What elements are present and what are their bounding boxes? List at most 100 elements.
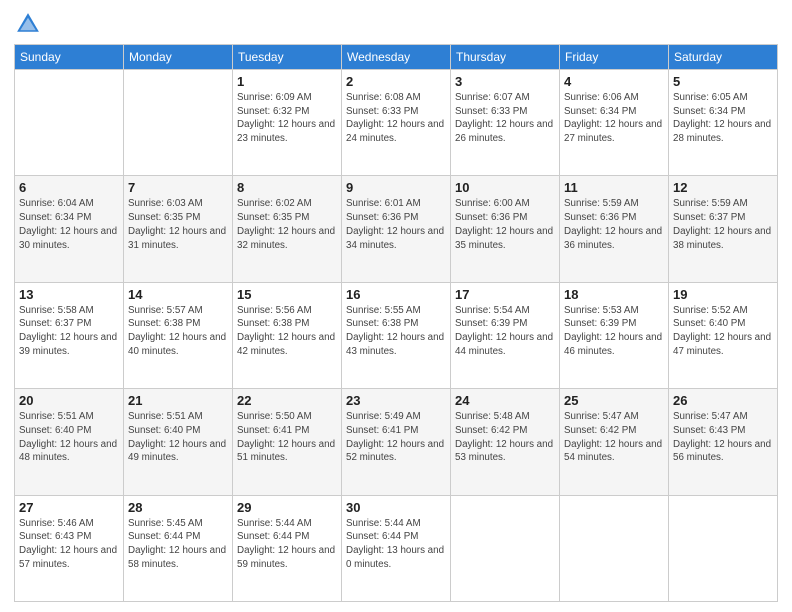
day-info: Sunrise: 5:58 AMSunset: 6:37 PMDaylight:… (19, 304, 119, 359)
calendar-cell: 15 Sunrise: 5:56 AMSunset: 6:38 PMDayligh… (233, 282, 342, 388)
week-row-4: 20Sunrise: 5:51 AMSunset: 6:40 PMDayligh… (15, 389, 778, 495)
calendar-cell: 28Sunrise: 5:45 AMSunset: 6:44 PMDayligh… (124, 495, 233, 601)
day-number: 2 (346, 74, 446, 89)
day-number: 17 (455, 287, 555, 302)
calendar-cell: 26 Sunrise: 5:47 AMSunset: 6:43 PMDayligh… (669, 389, 778, 495)
day-info: Sunrise: 6:05 AMSunset: 6:34 PMDaylight:… (673, 91, 773, 146)
day-info: Sunrise: 6:03 AMSunset: 6:35 PMDaylight:… (128, 197, 228, 252)
day-number: 7 (128, 180, 228, 195)
calendar-cell: 20Sunrise: 5:51 AMSunset: 6:40 PMDayligh… (15, 389, 124, 495)
calendar-cell: 17 Sunrise: 5:54 AMSunset: 6:39 PMDayligh… (451, 282, 560, 388)
calendar-cell: 19 Sunrise: 5:52 AMSunset: 6:40 PMDayligh… (669, 282, 778, 388)
calendar-cell: 12Sunrise: 5:59 AMSunset: 6:37 PMDayligh… (669, 176, 778, 282)
day-info: Sunrise: 6:00 AMSunset: 6:36 PMDaylight:… (455, 197, 555, 252)
calendar-cell: 9 Sunrise: 6:01 AMSunset: 6:36 PMDaylight… (342, 176, 451, 282)
calendar-cell: 18 Sunrise: 5:53 AMSunset: 6:39 PMDayligh… (560, 282, 669, 388)
calendar-cell: 16 Sunrise: 5:55 AMSunset: 6:38 PMDayligh… (342, 282, 451, 388)
day-info: Sunrise: 5:47 AMSunset: 6:42 PMDaylight:… (564, 410, 664, 465)
day-info: Sunrise: 5:51 AMSunset: 6:40 PMDaylight:… (128, 410, 228, 465)
day-info: Sunrise: 6:07 AMSunset: 6:33 PMDaylight:… (455, 91, 555, 146)
day-info: Sunrise: 5:55 AMSunset: 6:38 PMDaylight:… (346, 304, 446, 359)
th-sunday: Sunday (15, 45, 124, 70)
header (14, 10, 778, 38)
day-info: Sunrise: 6:09 AMSunset: 6:32 PMDaylight:… (237, 91, 337, 146)
day-info: Sunrise: 5:57 AMSunset: 6:38 PMDaylight:… (128, 304, 228, 359)
calendar-cell: 14 Sunrise: 5:57 AMSunset: 6:38 PMDayligh… (124, 282, 233, 388)
day-number: 3 (455, 74, 555, 89)
day-number: 8 (237, 180, 337, 195)
day-info: Sunrise: 5:49 AMSunset: 6:41 PMDaylight:… (346, 410, 446, 465)
day-number: 26 (673, 393, 773, 408)
day-info: Sunrise: 5:44 AMSunset: 6:44 PMDaylight:… (346, 517, 446, 572)
calendar-cell: 30 Sunrise: 5:44 AMSunset: 6:44 PMDayligh… (342, 495, 451, 601)
calendar-cell: 2 Sunrise: 6:08 AMSunset: 6:33 PMDaylight… (342, 70, 451, 176)
calendar-cell (451, 495, 560, 601)
th-thursday: Thursday (451, 45, 560, 70)
th-friday: Friday (560, 45, 669, 70)
day-info: Sunrise: 5:51 AMSunset: 6:40 PMDaylight:… (19, 410, 119, 465)
calendar-cell: 21 Sunrise: 5:51 AMSunset: 6:40 PMDayligh… (124, 389, 233, 495)
day-number: 27 (19, 500, 119, 515)
calendar-cell (560, 495, 669, 601)
day-number: 14 (128, 287, 228, 302)
day-number: 25 (564, 393, 664, 408)
calendar-cell: 13Sunrise: 5:58 AMSunset: 6:37 PMDayligh… (15, 282, 124, 388)
day-number: 30 (346, 500, 446, 515)
day-info: Sunrise: 5:44 AMSunset: 6:44 PMDaylight:… (237, 517, 337, 572)
day-info: Sunrise: 5:45 AMSunset: 6:44 PMDaylight:… (128, 517, 228, 572)
day-number: 15 (237, 287, 337, 302)
week-row-5: 27 Sunrise: 5:46 AMSunset: 6:43 PMDayligh… (15, 495, 778, 601)
calendar-cell (124, 70, 233, 176)
day-info: Sunrise: 6:01 AMSunset: 6:36 PMDaylight:… (346, 197, 446, 252)
week-row-2: 6 Sunrise: 6:04 AMSunset: 6:34 PMDaylight… (15, 176, 778, 282)
th-tuesday: Tuesday (233, 45, 342, 70)
calendar-cell: 8 Sunrise: 6:02 AMSunset: 6:35 PMDaylight… (233, 176, 342, 282)
page: Sunday Monday Tuesday Wednesday Thursday… (0, 0, 792, 612)
calendar-cell: 25 Sunrise: 5:47 AMSunset: 6:42 PMDayligh… (560, 389, 669, 495)
day-number: 29 (237, 500, 337, 515)
day-number: 24 (455, 393, 555, 408)
day-info: Sunrise: 5:46 AMSunset: 6:43 PMDaylight:… (19, 517, 119, 572)
day-number: 11 (564, 180, 664, 195)
day-info: Sunrise: 5:54 AMSunset: 6:39 PMDaylight:… (455, 304, 555, 359)
day-number: 9 (346, 180, 446, 195)
th-wednesday: Wednesday (342, 45, 451, 70)
day-number: 1 (237, 74, 337, 89)
day-number: 19 (673, 287, 773, 302)
day-info: Sunrise: 6:04 AMSunset: 6:34 PMDaylight:… (19, 197, 119, 252)
day-number: 6 (19, 180, 119, 195)
day-info: Sunrise: 6:08 AMSunset: 6:33 PMDaylight:… (346, 91, 446, 146)
day-number: 18 (564, 287, 664, 302)
th-monday: Monday (124, 45, 233, 70)
day-number: 22 (237, 393, 337, 408)
day-info: Sunrise: 5:56 AMSunset: 6:38 PMDaylight:… (237, 304, 337, 359)
calendar-cell: 22 Sunrise: 5:50 AMSunset: 6:41 PMDayligh… (233, 389, 342, 495)
day-info: Sunrise: 5:50 AMSunset: 6:41 PMDaylight:… (237, 410, 337, 465)
calendar-cell: 11 Sunrise: 5:59 AMSunset: 6:36 PMDayligh… (560, 176, 669, 282)
week-row-1: 1 Sunrise: 6:09 AMSunset: 6:32 PMDaylight… (15, 70, 778, 176)
logo (14, 10, 46, 38)
calendar-cell: 3 Sunrise: 6:07 AMSunset: 6:33 PMDaylight… (451, 70, 560, 176)
day-info: Sunrise: 5:52 AMSunset: 6:40 PMDaylight:… (673, 304, 773, 359)
calendar-cell (669, 495, 778, 601)
th-saturday: Saturday (669, 45, 778, 70)
day-info: Sunrise: 6:02 AMSunset: 6:35 PMDaylight:… (237, 197, 337, 252)
day-info: Sunrise: 5:47 AMSunset: 6:43 PMDaylight:… (673, 410, 773, 465)
calendar-cell: 6 Sunrise: 6:04 AMSunset: 6:34 PMDaylight… (15, 176, 124, 282)
day-number: 5 (673, 74, 773, 89)
logo-icon (14, 10, 42, 38)
calendar-cell: 1 Sunrise: 6:09 AMSunset: 6:32 PMDaylight… (233, 70, 342, 176)
calendar-cell: 27 Sunrise: 5:46 AMSunset: 6:43 PMDayligh… (15, 495, 124, 601)
day-info: Sunrise: 5:53 AMSunset: 6:39 PMDaylight:… (564, 304, 664, 359)
calendar-cell: 24 Sunrise: 5:48 AMSunset: 6:42 PMDayligh… (451, 389, 560, 495)
calendar-table: Sunday Monday Tuesday Wednesday Thursday… (14, 44, 778, 602)
week-row-3: 13Sunrise: 5:58 AMSunset: 6:37 PMDayligh… (15, 282, 778, 388)
day-info: Sunrise: 5:59 AMSunset: 6:36 PMDaylight:… (564, 197, 664, 252)
day-number: 21 (128, 393, 228, 408)
day-number: 16 (346, 287, 446, 302)
calendar-cell: 10Sunrise: 6:00 AMSunset: 6:36 PMDayligh… (451, 176, 560, 282)
calendar-cell (15, 70, 124, 176)
day-info: Sunrise: 6:06 AMSunset: 6:34 PMDaylight:… (564, 91, 664, 146)
day-info: Sunrise: 5:48 AMSunset: 6:42 PMDaylight:… (455, 410, 555, 465)
day-number: 12 (673, 180, 773, 195)
